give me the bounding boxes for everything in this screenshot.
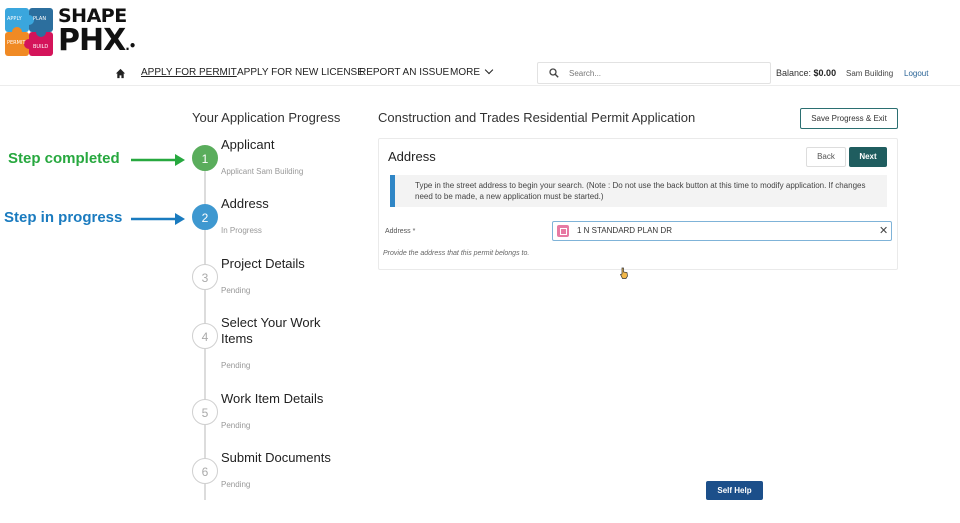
- hand-cursor-icon: [620, 267, 628, 279]
- step-number-badge: 3: [192, 264, 218, 290]
- step-number-badge: 6: [192, 458, 218, 484]
- balance-value: $0.00: [813, 68, 837, 78]
- step-title: Address: [221, 196, 269, 211]
- nav-apply-for-permit[interactable]: APPLY FOR PERMIT: [141, 67, 237, 78]
- step-status: In Progress: [221, 226, 262, 235]
- card-title: Address: [388, 149, 436, 164]
- page-title: Construction and Trades Residential Perm…: [378, 110, 696, 125]
- info-text: Type in the street address to begin your…: [415, 181, 866, 201]
- address-label: Address *: [385, 228, 416, 235]
- balance-label: Balance:: [776, 68, 812, 78]
- save-progress-exit-button[interactable]: Save Progress & Exit: [800, 108, 898, 129]
- step-number-badge: 4: [192, 323, 218, 349]
- address-value: 1 N STANDARD PLAN DR: [577, 226, 672, 235]
- nav-apply-for-new-license[interactable]: APPLY FOR NEW LICENSE: [237, 67, 364, 78]
- logo-piece-apply: APPLY: [7, 16, 23, 22]
- puzzle-logo-icon: PLAN PERMIT APPLY BUILD: [5, 8, 53, 56]
- address-type-icon: [557, 225, 569, 237]
- step-number-badge: 2: [192, 204, 218, 230]
- step-title: Applicant: [221, 137, 275, 152]
- step-status: Pending: [221, 286, 251, 295]
- top-nav: APPLY FOR PERMIT APPLY FOR NEW LICENSE R…: [0, 62, 960, 86]
- logo-wordmark: SHAPE PHX.•: [58, 6, 136, 61]
- info-notice: Type in the street address to begin your…: [390, 175, 887, 207]
- address-card: Address Back Next Type in the street add…: [378, 138, 898, 270]
- progress-title: Your Application Progress: [192, 110, 341, 125]
- logo-piece-build: BUILD: [33, 44, 48, 50]
- search-box: [537, 62, 771, 84]
- step-status: Pending: [221, 361, 251, 370]
- step-status: Pending: [221, 480, 251, 489]
- user-name[interactable]: Sam Building: [846, 69, 893, 78]
- clear-icon[interactable]: ✕: [879, 224, 888, 237]
- logout-link[interactable]: Logout: [904, 69, 928, 78]
- annotation-step-in-progress: Step in progress: [4, 209, 123, 226]
- shape-phx-logo[interactable]: PLAN PERMIT APPLY BUILD SHAPE PHX.•: [3, 4, 136, 61]
- back-button[interactable]: Back: [806, 147, 846, 167]
- search-input[interactable]: [569, 66, 764, 81]
- balance: Balance: $0.00: [776, 68, 836, 78]
- info-accent-bar: [390, 175, 395, 207]
- step-number-badge: 5: [192, 399, 218, 425]
- step-title: Select Your Work Items: [221, 315, 321, 346]
- step-number-badge: 1: [192, 145, 218, 171]
- step-status: Pending: [221, 421, 251, 430]
- self-help-button[interactable]: Self Help: [706, 481, 763, 500]
- green-arrow-icon: [131, 154, 185, 166]
- step-title: Work Item Details: [221, 391, 324, 406]
- step-title: Submit Documents: [221, 450, 331, 465]
- annotation-step-completed: Step completed: [8, 150, 120, 167]
- next-button[interactable]: Next: [849, 147, 887, 167]
- chevron-down-icon: [484, 65, 494, 75]
- logo-dot-icon: .•: [125, 39, 136, 53]
- step-title: Project Details: [221, 256, 305, 271]
- logo-line-phx: PHX.•: [58, 23, 136, 61]
- address-input[interactable]: 1 N STANDARD PLAN DR ✕: [552, 221, 892, 241]
- blue-arrow-icon: [131, 213, 185, 225]
- search-icon: [549, 68, 559, 78]
- nav-divider: [0, 85, 960, 86]
- address-help-text: Provide the address that this permit bel…: [383, 250, 530, 257]
- nav-report-an-issue[interactable]: REPORT AN ISSUE: [359, 67, 449, 78]
- nav-more-menu[interactable]: MORE: [450, 65, 494, 78]
- nav-more-label: MORE: [450, 67, 480, 78]
- home-icon[interactable]: [115, 68, 126, 79]
- step-status: Applicant Sam Building: [221, 167, 304, 176]
- logo-piece-plan: PLAN: [33, 16, 46, 22]
- logo-piece-permit: PERMIT: [7, 40, 26, 46]
- logo-phx-text: PHX: [58, 23, 126, 58]
